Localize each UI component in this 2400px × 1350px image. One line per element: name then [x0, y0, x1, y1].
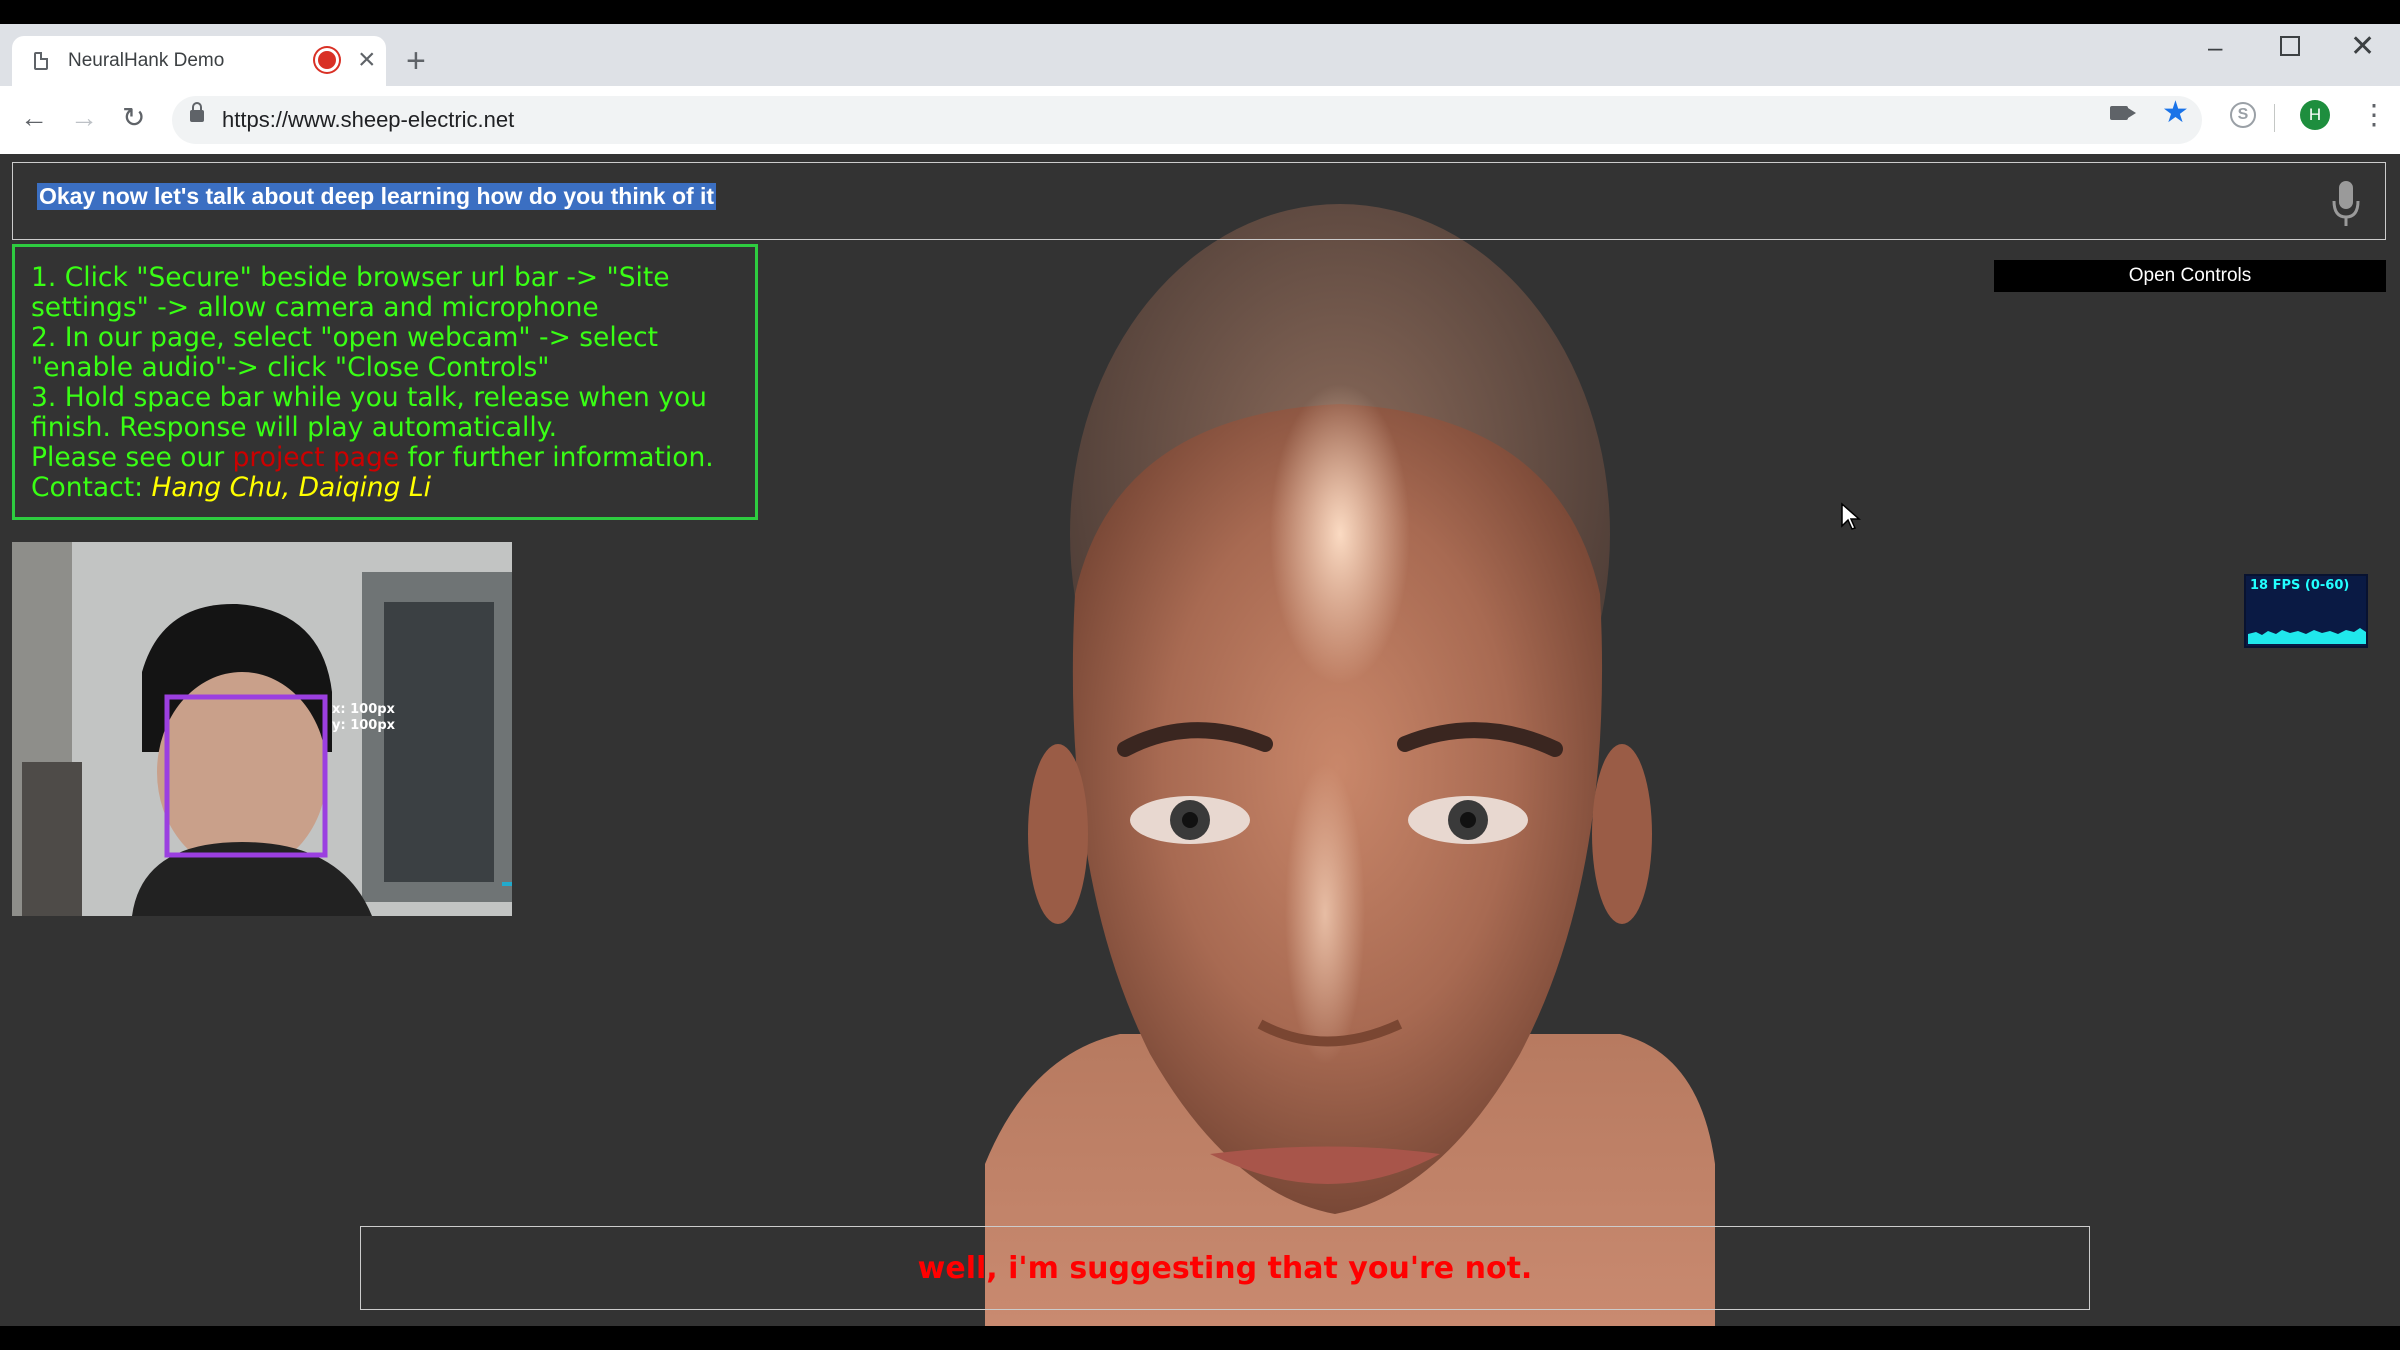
close-tab-icon[interactable]: ×: [358, 42, 376, 78]
new-tab-icon[interactable]: +: [406, 44, 426, 78]
instruction-step-1: 1. Click "Secure" beside browser url bar…: [31, 262, 670, 323]
speech-transcript[interactable]: Okay now let's talk about deep learning …: [37, 183, 717, 210]
skype-extension-icon[interactable]: S: [2230, 102, 2256, 128]
back-icon[interactable]: ←: [20, 100, 48, 136]
kebab-menu-icon[interactable]: ⋮: [2360, 98, 2388, 132]
address-bar[interactable]: https://www.sheep-electric.net: [172, 96, 2202, 144]
nose-highlight: [1285, 764, 1365, 1064]
forehead-highlight: [1270, 384, 1410, 684]
minimize-icon[interactable]: –: [2208, 32, 2222, 62]
project-page-line: Please see our project page for further …: [31, 443, 739, 473]
microphone-icon[interactable]: [2329, 179, 2363, 229]
close-window-icon[interactable]: ✕: [2350, 32, 2375, 62]
fps-stats-panel[interactable]: 18 FPS (0-60): [2244, 574, 2368, 648]
response-caption: well, i'm suggesting that you're not.: [917, 1251, 1533, 1286]
contact-prefix: Contact:: [31, 472, 152, 503]
left-ear: [1028, 744, 1088, 924]
browser-toolbar: ← → ↻ https://www.sheep-electric.net ★ S…: [0, 86, 2400, 154]
maximize-icon[interactable]: [2280, 36, 2300, 56]
webcam-image: [12, 542, 512, 916]
bookmark-star-icon[interactable]: ★: [2162, 96, 2189, 130]
page-icon: [34, 52, 48, 70]
tab-neuralhank[interactable]: NeuralHank Demo ×: [12, 36, 386, 86]
instruction-step-3: 3. Hold space bar while you talk, releas…: [31, 382, 707, 443]
webcam-feed: x: 100px y: 100px: [12, 542, 512, 916]
mouse-cursor-icon: [1841, 502, 1861, 530]
face-coord-x: x: 100px: [332, 702, 395, 717]
tab-strip: NeuralHank Demo × + – ✕: [0, 24, 2400, 86]
tab-title: NeuralHank Demo: [68, 50, 225, 71]
fps-label: 18 FPS (0-60): [2250, 578, 2350, 593]
url-text[interactable]: https://www.sheep-electric.net: [222, 107, 514, 133]
open-controls-button[interactable]: Open Controls: [1994, 260, 2386, 292]
browser-chrome: NeuralHank Demo × + – ✕ ← → ↻ https://ww…: [0, 24, 2400, 154]
camera-in-use-icon[interactable]: [2110, 106, 2136, 120]
face-coord-y: y: 100px: [332, 718, 396, 733]
right-ear: [1592, 744, 1652, 924]
instruction-step-2: 2. In our page, select "open webcam" -> …: [31, 322, 658, 383]
contact-line: Contact: Hang Chu, Daiqing Li: [31, 473, 739, 503]
speech-transcript-bar[interactable]: Okay now let's talk about deep learning …: [12, 162, 2386, 240]
lock-icon[interactable]: [190, 102, 204, 122]
page-viewport: Okay now let's talk about deep learning …: [0, 154, 2400, 1326]
forward-icon[interactable]: →: [70, 100, 98, 136]
see-suffix: for further information.: [399, 442, 714, 473]
toolbar-divider: [2274, 104, 2275, 132]
instructions-panel: 1. Click "Secure" beside browser url bar…: [12, 244, 758, 520]
reload-icon[interactable]: ↻: [122, 100, 145, 136]
fps-graph: [2248, 628, 2366, 644]
contact-names: Hang Chu, Daiqing Li: [151, 472, 431, 503]
profile-avatar[interactable]: H: [2300, 100, 2330, 130]
recording-icon: [318, 51, 336, 69]
response-caption-box: well, i'm suggesting that you're not.: [360, 1226, 2090, 1310]
see-prefix: Please see our: [31, 442, 233, 473]
project-page-link[interactable]: project page: [233, 442, 400, 473]
